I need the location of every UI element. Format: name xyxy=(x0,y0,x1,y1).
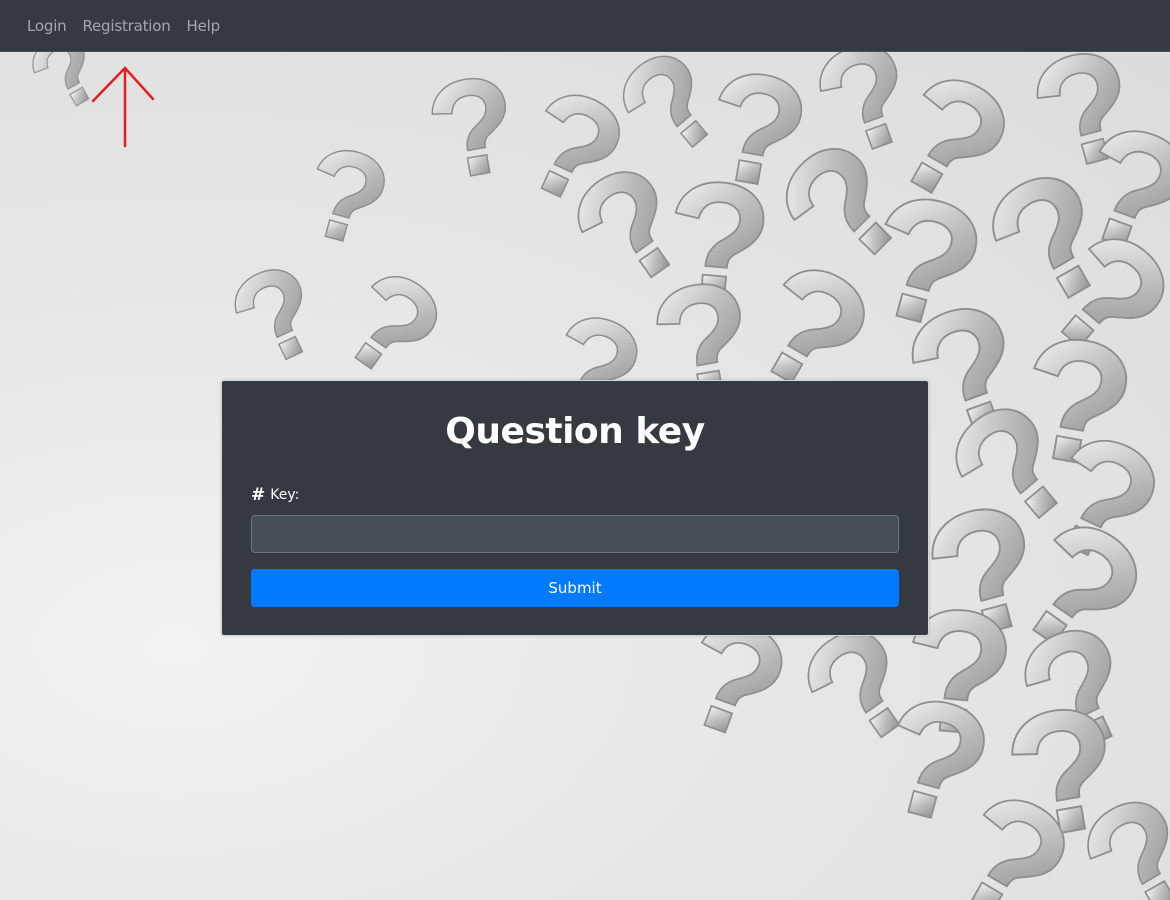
key-input[interactable] xyxy=(251,515,899,553)
key-field-label: # Key: xyxy=(251,485,299,505)
nav-login-link[interactable]: Login xyxy=(27,17,67,35)
submit-button[interactable]: Submit xyxy=(251,569,899,607)
top-navbar: Login Registration Help xyxy=(0,0,1170,52)
nav-registration-link[interactable]: Registration xyxy=(82,17,170,35)
red-arrow-annotation-icon xyxy=(91,66,155,148)
question-key-card: Question key # Key: Submit xyxy=(221,380,929,636)
key-label-text: Key: xyxy=(270,487,300,503)
hash-icon: # xyxy=(251,485,266,505)
nav-help-link[interactable]: Help xyxy=(187,17,221,35)
page-title: Question key xyxy=(445,411,705,452)
